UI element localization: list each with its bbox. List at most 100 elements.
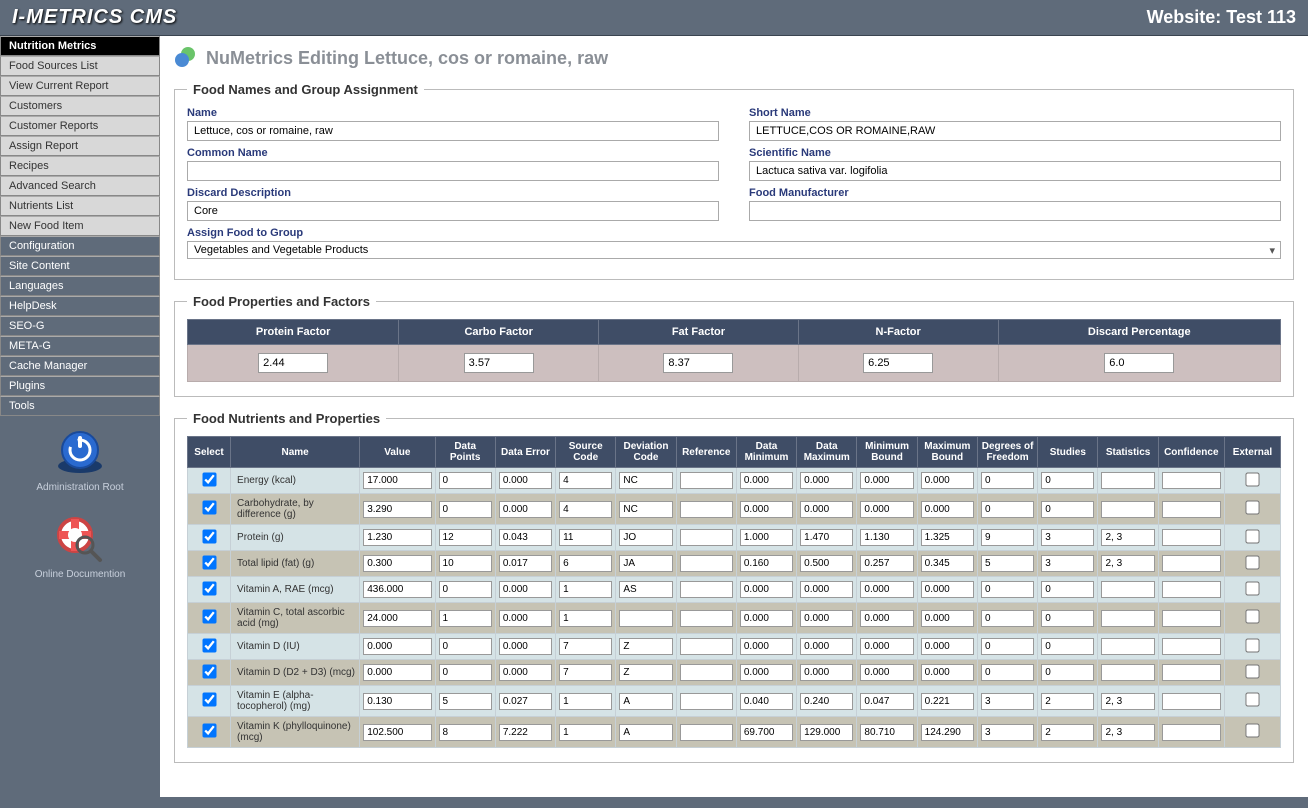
row-select-checkbox[interactable] [202,500,216,514]
nutr-maxb-input[interactable] [921,581,974,598]
nutr-stud-input[interactable] [1041,501,1094,518]
nutr-stud-input[interactable] [1041,664,1094,681]
nutr-ref-input[interactable] [680,581,733,598]
nutr-min-input[interactable] [740,638,793,655]
nutr-min-input[interactable] [740,724,793,741]
row-external-checkbox[interactable] [1245,581,1259,595]
nutr-error-input[interactable] [499,555,552,572]
nutr-points-input[interactable] [439,472,492,489]
nutr-value-input[interactable] [363,664,431,681]
factor-input-0[interactable] [258,353,328,373]
nutr-value-input[interactable] [363,529,431,546]
online-docs-link[interactable]: Online Documention [0,503,160,590]
nutr-max-input[interactable] [800,472,853,489]
group-select[interactable] [187,241,1281,259]
nutr-stats-input[interactable] [1101,638,1154,655]
nutr-conf-input[interactable] [1162,555,1221,572]
nutr-dof-input[interactable] [981,610,1034,627]
nutr-minb-input[interactable] [860,724,913,741]
nutr-conf-input[interactable] [1162,529,1221,546]
nutr-conf-input[interactable] [1162,664,1221,681]
row-external-checkbox[interactable] [1245,500,1259,514]
factor-input-2[interactable] [663,353,733,373]
nutr-error-input[interactable] [499,664,552,681]
nutr-source-input[interactable] [559,529,612,546]
nutr-error-input[interactable] [499,693,552,710]
sidebar-item-site-content[interactable]: Site Content [0,256,160,276]
nutr-ref-input[interactable] [680,472,733,489]
nutr-minb-input[interactable] [860,472,913,489]
nutr-ref-input[interactable] [680,610,733,627]
sidebar-item-meta-g[interactable]: META-G [0,336,160,356]
row-select-checkbox[interactable] [202,472,216,486]
factor-input-3[interactable] [863,353,933,373]
sidebar-item-nutrition-metrics[interactable]: Nutrition Metrics [0,36,160,56]
nutr-conf-input[interactable] [1162,472,1221,489]
scientific-name-input[interactable] [749,161,1281,181]
nutr-maxb-input[interactable] [921,501,974,518]
row-external-checkbox[interactable] [1245,609,1259,623]
nutr-maxb-input[interactable] [921,472,974,489]
row-external-checkbox[interactable] [1245,723,1259,737]
row-select-checkbox[interactable] [202,664,216,678]
nutr-conf-input[interactable] [1162,638,1221,655]
nutr-value-input[interactable] [363,638,431,655]
nutr-dev-input[interactable] [619,529,672,546]
nutr-stats-input[interactable] [1101,664,1154,681]
nutr-min-input[interactable] [740,581,793,598]
nutr-points-input[interactable] [439,638,492,655]
nutr-max-input[interactable] [800,581,853,598]
nutr-max-input[interactable] [800,610,853,627]
nutr-stats-input[interactable] [1101,724,1154,741]
row-select-checkbox[interactable] [202,638,216,652]
sidebar-item-recipes[interactable]: Recipes [0,156,160,176]
row-select-checkbox[interactable] [202,529,216,543]
nutr-stud-input[interactable] [1041,693,1094,710]
nutr-stats-input[interactable] [1101,472,1154,489]
row-external-checkbox[interactable] [1245,555,1259,569]
sidebar-item-seo-g[interactable]: SEO-G [0,316,160,336]
nutr-dof-input[interactable] [981,472,1034,489]
nutr-conf-input[interactable] [1162,724,1221,741]
nutr-conf-input[interactable] [1162,693,1221,710]
common-name-input[interactable] [187,161,719,181]
nutr-dof-input[interactable] [981,724,1034,741]
nutr-stats-input[interactable] [1101,581,1154,598]
nutr-ref-input[interactable] [680,638,733,655]
nutr-stats-input[interactable] [1101,693,1154,710]
sidebar-item-view-current-report[interactable]: View Current Report [0,76,160,96]
nutr-dof-input[interactable] [981,555,1034,572]
nutr-stud-input[interactable] [1041,529,1094,546]
nutr-maxb-input[interactable] [921,555,974,572]
nutr-source-input[interactable] [559,555,612,572]
nutr-source-input[interactable] [559,501,612,518]
short-name-input[interactable] [749,121,1281,141]
sidebar-item-nutrients-list[interactable]: Nutrients List [0,196,160,216]
sidebar-item-cache-manager[interactable]: Cache Manager [0,356,160,376]
nutr-min-input[interactable] [740,501,793,518]
nutr-dev-input[interactable] [619,555,672,572]
nutr-ref-input[interactable] [680,724,733,741]
nutr-value-input[interactable] [363,581,431,598]
nutr-minb-input[interactable] [860,581,913,598]
sidebar-item-advanced-search[interactable]: Advanced Search [0,176,160,196]
sidebar-item-customer-reports[interactable]: Customer Reports [0,116,160,136]
nutr-points-input[interactable] [439,724,492,741]
nutr-maxb-input[interactable] [921,693,974,710]
row-select-checkbox[interactable] [202,609,216,623]
row-select-checkbox[interactable] [202,555,216,569]
nutr-value-input[interactable] [363,693,431,710]
nutr-minb-input[interactable] [860,501,913,518]
nutr-ref-input[interactable] [680,693,733,710]
nutr-value-input[interactable] [363,555,431,572]
nutr-maxb-input[interactable] [921,664,974,681]
nutr-value-input[interactable] [363,610,431,627]
nutr-maxb-input[interactable] [921,610,974,627]
nutr-minb-input[interactable] [860,638,913,655]
nutr-min-input[interactable] [740,610,793,627]
nutr-minb-input[interactable] [860,529,913,546]
nutr-dof-input[interactable] [981,501,1034,518]
nutr-error-input[interactable] [499,724,552,741]
nutr-minb-input[interactable] [860,555,913,572]
nutr-min-input[interactable] [740,529,793,546]
